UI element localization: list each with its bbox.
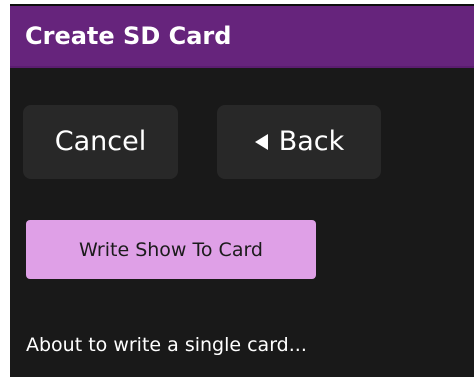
back-button-label: Back xyxy=(278,126,345,157)
chevron-left-icon xyxy=(254,133,269,151)
app-window: Create SD Card Cancel Back Write Show To… xyxy=(0,0,474,377)
write-show-to-card-button[interactable]: Write Show To Card xyxy=(26,220,316,279)
status-message: About to write a single card... xyxy=(26,334,307,356)
title-bar: Create SD Card xyxy=(10,6,474,68)
create-sd-card-panel: Create SD Card Cancel Back Write Show To… xyxy=(10,4,474,377)
back-button[interactable]: Back xyxy=(217,105,381,179)
page-title: Create SD Card xyxy=(25,22,232,50)
cancel-button-label: Cancel xyxy=(54,126,147,157)
cancel-button[interactable]: Cancel xyxy=(23,105,178,179)
